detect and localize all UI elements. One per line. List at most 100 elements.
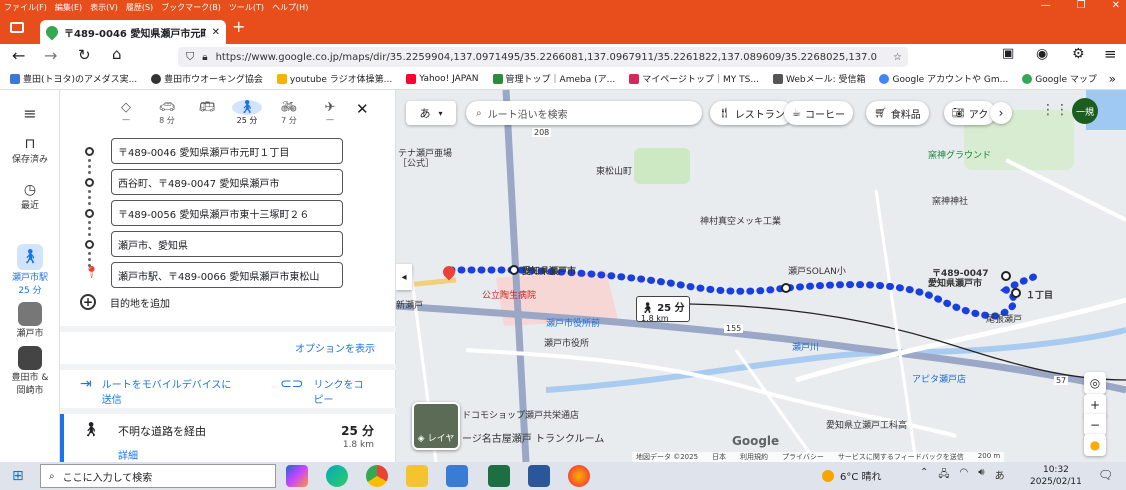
mode-walk[interactable]: 🚶︎ 25 分 — [232, 100, 262, 126]
volume-icon[interactable]: 🔊︎ — [978, 467, 984, 484]
waypoint-field-1[interactable]: 〒489-0046 愛知県瀬戸市元町１丁目 — [111, 138, 343, 164]
taskbar-app-store-icon[interactable] — [446, 465, 468, 487]
taskbar-app-excel-icon[interactable] — [488, 465, 510, 487]
bookmark-item[interactable]: 豊田(トヨタ)のアメダス実... — [10, 72, 137, 85]
copy-link-button[interactable]: ⊂⊃ リンクをコ ピー — [280, 376, 363, 406]
language-button[interactable]: あ ▾ — [406, 101, 456, 125]
maximize-button[interactable]: ❐ — [1077, 0, 1086, 14]
close-window-button[interactable]: ✕ — [1112, 0, 1120, 14]
close-directions-button[interactable]: ✕ — [356, 100, 369, 118]
chip-restaurant[interactable]: 🍴︎ レストラン — [710, 101, 793, 125]
add-destination-button[interactable]: + 目的地を追加 — [80, 294, 170, 310]
tab-list-icon[interactable] — [10, 22, 24, 33]
waypoint-field-2[interactable]: 西谷町、〒489-0047 愛知県瀬戸市 — [111, 169, 343, 195]
taskbar-app-copilot-icon[interactable] — [286, 465, 308, 487]
taskbar-app-explorer-icon[interactable] — [406, 465, 428, 487]
notifications-icon[interactable]: 🗨︎ — [1098, 468, 1113, 482]
cart-icon: 🛒︎ — [874, 107, 887, 119]
recent-toyota[interactable]: 豊田市 & 岡崎市 — [0, 346, 60, 396]
back-arrow-icon[interactable]: ← — [12, 46, 25, 65]
bookmark-item[interactable]: 管理トップ｜Ameba (ア... — [492, 72, 615, 85]
show-options-link[interactable]: オプションを表示 — [295, 340, 375, 355]
waypoint-field-5[interactable]: 瀬戸市駅、〒489-0066 愛知県瀬戸市東松山 — [111, 262, 343, 288]
search-along-route[interactable]: ⌕ ルート沿いを検索 — [466, 101, 702, 125]
new-tab-button[interactable]: + — [232, 17, 245, 36]
mode-best[interactable]: ◇ — — [111, 100, 141, 124]
chip-attractions[interactable]: 📷︎ アク — [944, 101, 997, 125]
bookmark-item[interactable]: Webメール: 受信箱 — [772, 72, 865, 85]
send-to-device-button[interactable]: ⇥ ルートをモバイルデバイスに 送信 — [80, 376, 231, 406]
route-callout[interactable]: 🚶︎ 25 分 1.8 km — [636, 296, 690, 323]
menu-help[interactable]: ヘルプ(H) — [272, 2, 308, 13]
taskbar-app-chrome-icon[interactable] — [366, 465, 388, 487]
weather-widget[interactable]: 6°C 晴れ — [822, 468, 882, 483]
chip-coffee[interactable]: ☕︎ コーヒー — [784, 101, 853, 125]
layers-button[interactable]: ◈ レイヤ — [412, 402, 460, 450]
recent-walk-route[interactable]: 🚶︎ 瀬戸市駅 25 分 — [0, 244, 60, 296]
lock-icon: 🔒︎ — [202, 51, 208, 63]
ime-icon[interactable]: あ — [995, 467, 1005, 484]
menu-file[interactable]: ファイル(F) — [4, 2, 47, 13]
bookmarks-overflow-icon[interactable]: » — [1109, 72, 1116, 86]
bookmark-item[interactable]: youtube ラジオ体操第... — [276, 72, 392, 85]
recent-button[interactable]: ◷ 最近 — [0, 182, 60, 211]
waypoint-field-3[interactable]: 〒489-0056 愛知県瀬戸市東十三塚町２６ — [111, 200, 343, 226]
bookmark-item[interactable]: Yahoo! JAPAN — [406, 73, 479, 84]
mode-car[interactable]: 🚗︎ 8 分 — [152, 100, 182, 126]
my-location-button[interactable]: ◎ — [1084, 372, 1106, 394]
menu-view[interactable]: 表示(V) — [90, 2, 118, 13]
taskbar-app-word-icon[interactable] — [528, 465, 550, 487]
mode-flight[interactable]: ✈ — — [315, 100, 345, 124]
home-icon[interactable]: ⌂ — [112, 45, 122, 63]
mode-bike[interactable]: 🚲︎ 7 分 — [274, 100, 304, 126]
recent-seto-city[interactable]: 瀬戸市 — [0, 302, 60, 339]
bookmark-star-icon[interactable]: ☆ — [893, 52, 908, 63]
windows-start-icon[interactable]: ⊞ — [12, 468, 24, 484]
network-icon[interactable]: 🖧︎ — [938, 467, 949, 484]
route-details-link[interactable]: 詳細 — [118, 447, 138, 462]
address-bar[interactable]: ⛉ 🔒︎ https://www.google.co.jp/maps/dir/3… — [178, 47, 908, 67]
settings-icon[interactable]: ⚙ — [1072, 46, 1085, 62]
bookmark-item[interactable]: Google マップ — [1022, 72, 1097, 85]
close-tab-icon[interactable]: ✕ — [212, 27, 220, 38]
wifi-icon[interactable]: ◠ — [960, 467, 969, 484]
place-thumbnail — [18, 302, 42, 326]
zoom-in-button[interactable]: + — [1084, 394, 1106, 416]
tray-overflow-icon[interactable]: ⌃ — [920, 467, 928, 484]
bookmark-item[interactable]: 豊田市ウオーキング協会 — [151, 72, 263, 85]
pegman-icon[interactable]: ● — [1084, 434, 1106, 456]
zoom-out-button[interactable]: − — [1084, 414, 1106, 436]
taskbar-app-edge-icon[interactable] — [326, 465, 348, 487]
route-option[interactable]: 🚶︎ 不明な道路を経由 25 分 1.8 km 詳細 — [60, 414, 396, 462]
chips-next-button[interactable]: › — [990, 102, 1012, 124]
menu-tools[interactable]: ツール(T) — [229, 2, 264, 13]
menu-edit[interactable]: 編集(E) — [55, 2, 82, 13]
extensions-icon[interactable]: ▣ — [1002, 46, 1014, 61]
taskbar-search[interactable]: ⌕ ここに入力して検索 — [40, 464, 276, 488]
toyota-label-1: 豊田市 & — [11, 373, 49, 383]
account-icon[interactable]: ◉ — [1036, 46, 1048, 62]
minimize-button[interactable]: — — [1041, 0, 1051, 14]
history-icon: ◷ — [23, 182, 37, 198]
bookmark-item[interactable]: マイページトップ｜MY TS... — [629, 72, 759, 85]
saved-button[interactable]: ⊓ 保存済み — [0, 136, 60, 165]
reload-icon[interactable]: ↻ — [78, 46, 91, 64]
collapse-panel-button[interactable]: ◂ — [396, 264, 412, 290]
bookmark-item[interactable]: Google アカウントや Gm... — [879, 72, 1008, 85]
mode-transit[interactable]: 🚌︎ — [192, 100, 222, 115]
clock[interactable]: 10:32 2025/02/11 — [1030, 464, 1082, 488]
forward-arrow-icon[interactable]: → — [44, 46, 57, 65]
avatar[interactable]: 一規 — [1072, 98, 1098, 124]
waypoint-field-4[interactable]: 瀬戸市、愛知県 — [111, 231, 343, 257]
camera-icon: 📷︎ — [952, 107, 965, 119]
url-text[interactable]: https://www.google.co.jp/maps/dir/35.225… — [216, 52, 885, 63]
menu-history[interactable]: 履歴(S) — [126, 2, 153, 13]
map-canvas[interactable]: あ ▾ ⌕ ルート沿いを検索 🍴︎ レストラン ☕︎ コーヒー 🛒︎ 食料品 📷︎ アク … — [396, 90, 1126, 462]
menu-bookmarks[interactable]: ブックマーク(B) — [161, 2, 221, 13]
menu-hamburger-icon[interactable]: ≡ — [1104, 45, 1117, 63]
active-tab[interactable]: 〒489-0046 愛知県瀬戸市元町 ✕ — [40, 20, 226, 44]
chip-grocery[interactable]: 🛒︎ 食料品 — [866, 101, 929, 125]
taskbar-app-firefox-icon[interactable] — [568, 465, 590, 487]
menu-hamburger-icon[interactable]: ≡ — [0, 104, 60, 123]
map-label: 神村真空メッキ工業 — [700, 217, 782, 227]
